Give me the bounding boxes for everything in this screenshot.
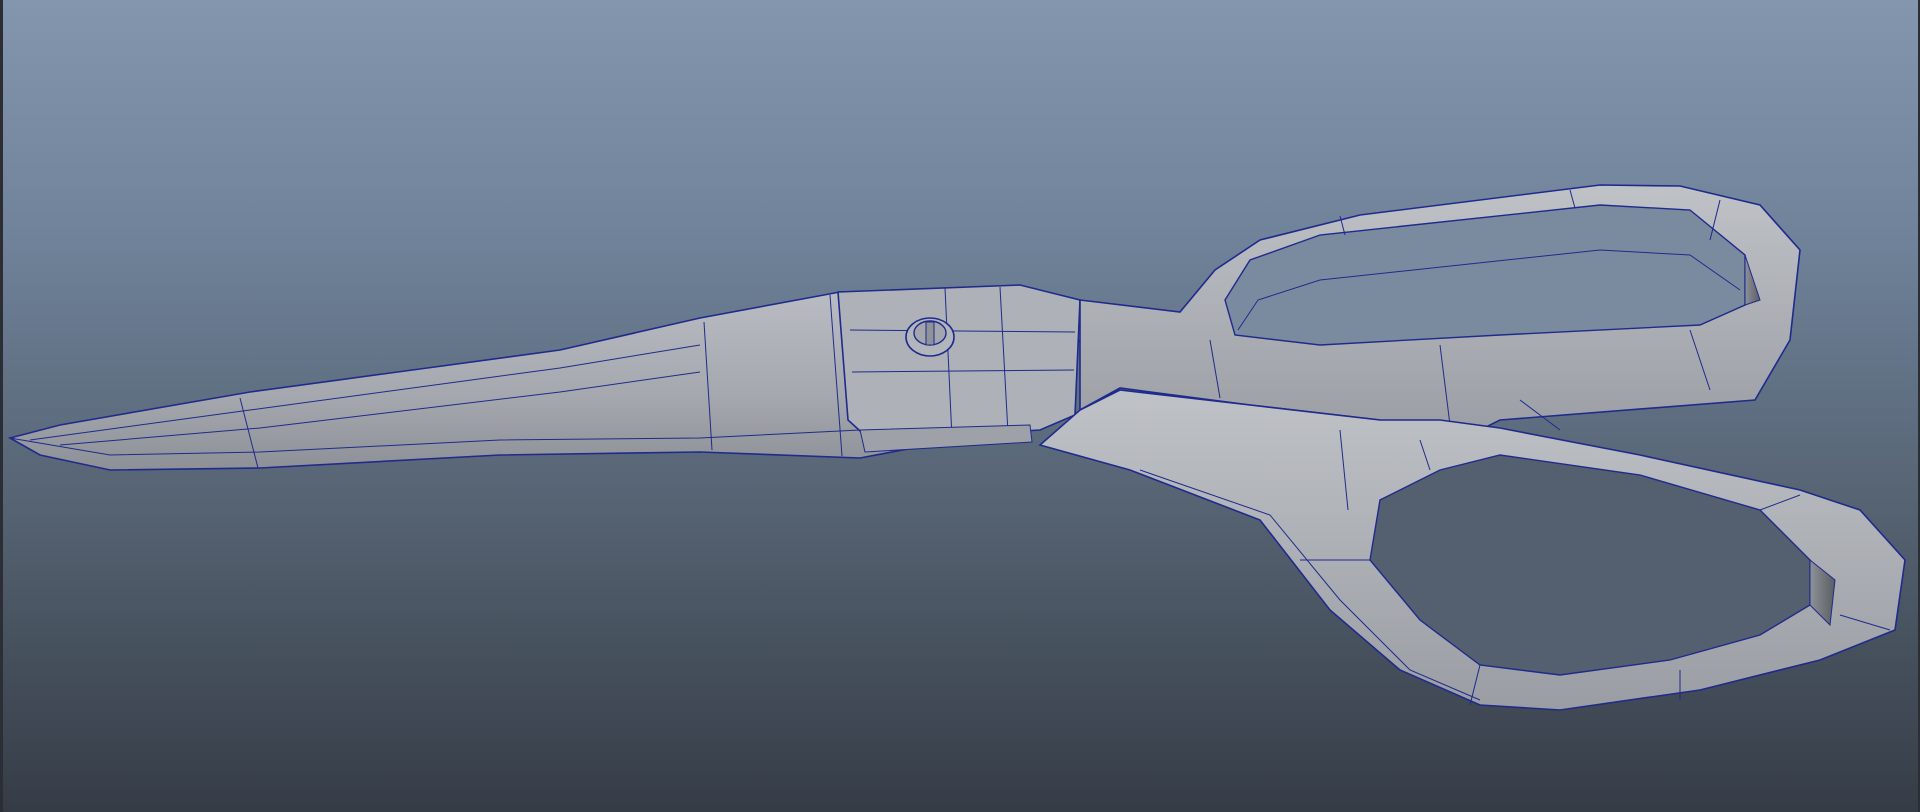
pivot-block xyxy=(837,284,1081,453)
pivot-screw xyxy=(905,317,955,357)
3d-viewport[interactable] xyxy=(0,0,1920,812)
lower-handle xyxy=(1038,389,1906,711)
scissors-model[interactable] xyxy=(0,0,1920,812)
